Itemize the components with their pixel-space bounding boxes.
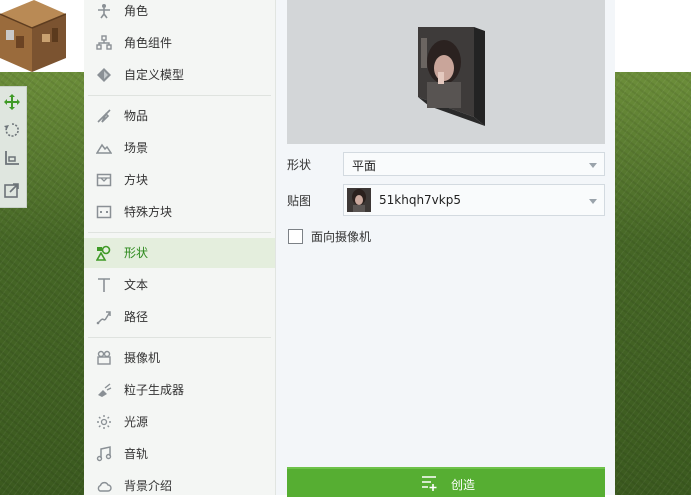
menu-item-label: 特殊方块 [124,205,173,219]
shape-select[interactable]: 平面 [343,152,605,176]
menu-item-character-component[interactable]: 角色组件 [84,28,275,58]
object-menu: 角色 角色组件 自定义模型 物品 场景 方块 特殊方块 形状 文本 路径 摄像机… [84,0,276,495]
special-block-icon [96,205,112,219]
rotate-icon[interactable] [3,121,21,139]
menu-item-light-source[interactable]: 光源 [84,407,275,437]
menu-item-label: 方块 [124,173,149,187]
menu-item-label: 场景 [124,141,149,155]
create-button[interactable]: 创造 [287,467,605,497]
texture-field-label: 贴图 [287,194,312,208]
menu-divider [88,232,271,233]
light-icon [97,415,111,429]
menu-item-camera[interactable]: 摄像机 [84,343,275,373]
texture-select-value: 51khqh7vkp5 [379,193,461,207]
menu-item-label: 文本 [124,278,149,292]
cloud-icon [97,481,112,492]
export-icon[interactable] [3,181,21,199]
chevron-down-icon [589,163,597,168]
block-icon [96,173,112,187]
menu-item-label: 角色 [124,4,149,18]
face-camera-label: 面向摄像机 [311,230,372,244]
music-icon [96,446,112,462]
menu-item-label: 角色组件 [124,36,173,50]
add-object-icon [422,476,437,491]
menu-item-label: 自定义模型 [124,68,185,82]
menu-item-scene[interactable]: 场景 [84,133,275,163]
item-icon [97,109,111,123]
shape-properties-panel: 形状 平面 贴图 51khqh7vkp5 面向摄像机 创造 [276,0,615,497]
menu-item-path[interactable]: 路径 [84,302,275,332]
menu-divider [88,95,271,96]
menu-item-label: 音轨 [124,447,149,461]
shape-select-value: 平面 [352,159,377,173]
component-icon [96,35,112,50]
menu-item-particle-generator[interactable]: 粒子生成器 [84,375,275,405]
character-icon [98,4,110,19]
shape-field-label: 形状 [287,158,312,172]
menu-item-label: 粒子生成器 [124,383,185,397]
create-button-label: 创造 [451,478,476,492]
menu-item-text[interactable]: 文本 [84,270,275,300]
menu-item-label: 光源 [124,415,149,429]
shape-preview [287,0,605,144]
crafting-table-block [0,0,66,72]
shape-icon [96,245,111,261]
particle-icon [98,383,112,397]
menu-item-shape[interactable]: 形状 [84,238,275,268]
textured-plane-preview [418,27,485,126]
texture-select[interactable]: 51khqh7vkp5 [343,184,605,216]
menu-divider [88,337,271,338]
texture-thumbnail [347,188,371,212]
scale-icon[interactable] [3,149,21,167]
menu-item-label: 摄像机 [124,351,161,365]
custom-model-icon [97,68,111,82]
menu-item-audio-track[interactable]: 音轨 [84,439,275,469]
path-icon [96,311,111,325]
face-camera-checkbox[interactable] [288,229,303,244]
menu-item-label: 路径 [124,310,149,324]
menu-item-item[interactable]: 物品 [84,101,275,131]
menu-item-custom-model[interactable]: 自定义模型 [84,60,275,90]
chevron-down-icon [589,199,597,204]
text-icon [98,278,110,292]
menu-item-label: 背景介绍 [124,479,173,493]
menu-item-character[interactable]: 角色 [84,0,275,26]
camera-icon [97,350,111,365]
menu-item-special-block[interactable]: 特殊方块 [84,197,275,227]
scene-icon [96,143,112,154]
menu-item-label: 形状 [124,246,149,260]
move-icon[interactable] [3,93,21,111]
menu-item-label: 物品 [124,109,149,123]
transform-toolbar [0,86,27,208]
menu-item-background-intro[interactable]: 背景介绍 [84,471,275,501]
menu-item-block[interactable]: 方块 [84,165,275,195]
